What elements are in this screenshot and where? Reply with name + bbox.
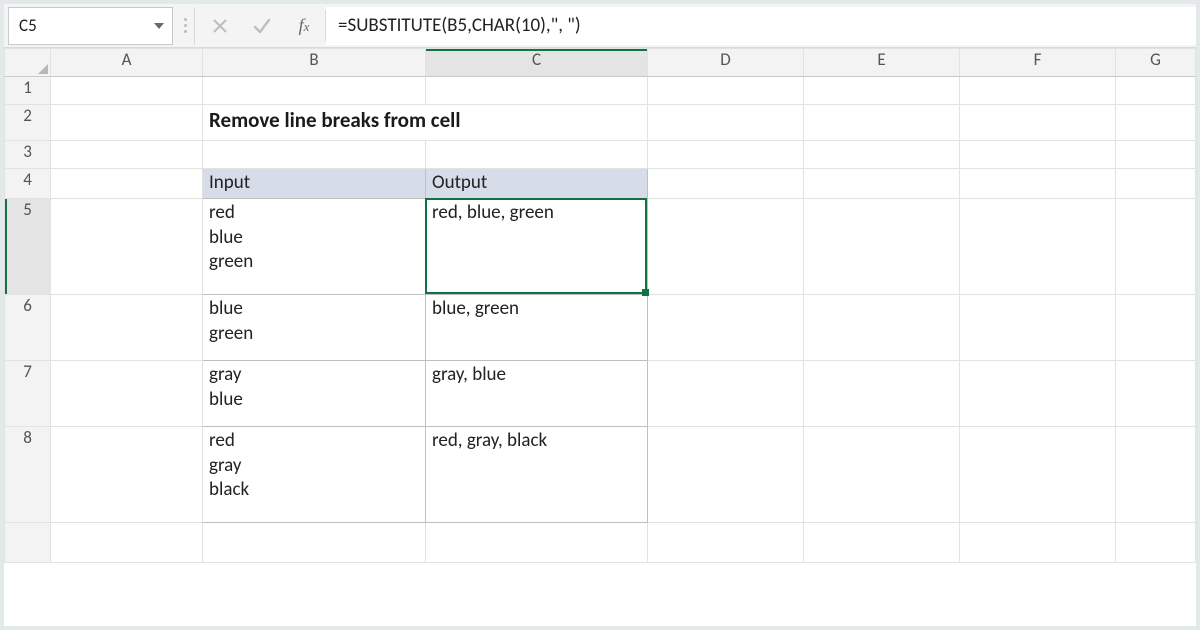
cancel-icon[interactable] [199, 7, 241, 45]
table-cell[interactable]: gray, blue [426, 361, 648, 427]
row: 6 blue green blue, green [5, 295, 1196, 361]
table-cell[interactable]: gray blue [203, 361, 426, 427]
col-header[interactable]: C [426, 49, 648, 77]
table-header-cell[interactable]: Output [426, 169, 648, 199]
select-all-corner[interactable] [5, 49, 51, 77]
table-header-cell[interactable]: Input [203, 169, 426, 199]
row-header[interactable]: 3 [5, 141, 51, 169]
enter-icon[interactable] [241, 7, 283, 45]
col-header[interactable]: G [1116, 49, 1196, 77]
name-box-value: C5 [19, 15, 37, 36]
column-header-row: A B C D E F G [5, 49, 1196, 77]
col-header[interactable]: A [51, 49, 203, 77]
divider-dots [177, 7, 195, 45]
formula-input[interactable]: =SUBSTITUTE(B5,CHAR(10),", ") [326, 7, 1196, 45]
col-header[interactable]: F [960, 49, 1116, 77]
row-header[interactable]: 6 [5, 295, 51, 361]
chevron-down-icon[interactable] [154, 23, 164, 29]
row: 4 Input Output [5, 169, 1196, 199]
row: 1 [5, 77, 1196, 105]
table-cell[interactable]: red gray black [203, 427, 426, 523]
row: 7 gray blue gray, blue [5, 361, 1196, 427]
table-cell[interactable]: blue, green [426, 295, 648, 361]
formula-bar: C5 fx =SUBSTITUTE(B5,CHAR(10),", ") [4, 4, 1196, 48]
row-header[interactable]: 2 [5, 105, 51, 141]
row: 2 Remove line breaks from cell [5, 105, 1196, 141]
active-cell[interactable]: red, blue, green [426, 199, 648, 295]
row-header[interactable]: 1 [5, 77, 51, 105]
table-cell[interactable]: red, gray, black [426, 427, 648, 523]
row: 3 [5, 141, 1196, 169]
row-header[interactable]: 8 [5, 427, 51, 523]
name-box[interactable]: C5 [8, 7, 173, 45]
col-header[interactable]: B [203, 49, 426, 77]
table-cell[interactable]: red blue green [203, 199, 426, 295]
col-header[interactable]: E [804, 49, 960, 77]
row-header[interactable]: 4 [5, 169, 51, 199]
col-header[interactable]: D [648, 49, 804, 77]
row-header[interactable]: 7 [5, 361, 51, 427]
row: 5 red blue green red, blue, green [5, 199, 1196, 295]
fx-icon[interactable]: fx [283, 15, 325, 36]
row-header[interactable]: 5 [5, 199, 51, 295]
worksheet-grid[interactable]: A B C D E F G 1 2 Remove line breaks fro… [4, 48, 1196, 563]
page-title: Remove line breaks from cell [203, 105, 647, 136]
table-cell[interactable]: blue green [203, 295, 426, 361]
row: 8 red gray black red, gray, black [5, 427, 1196, 523]
